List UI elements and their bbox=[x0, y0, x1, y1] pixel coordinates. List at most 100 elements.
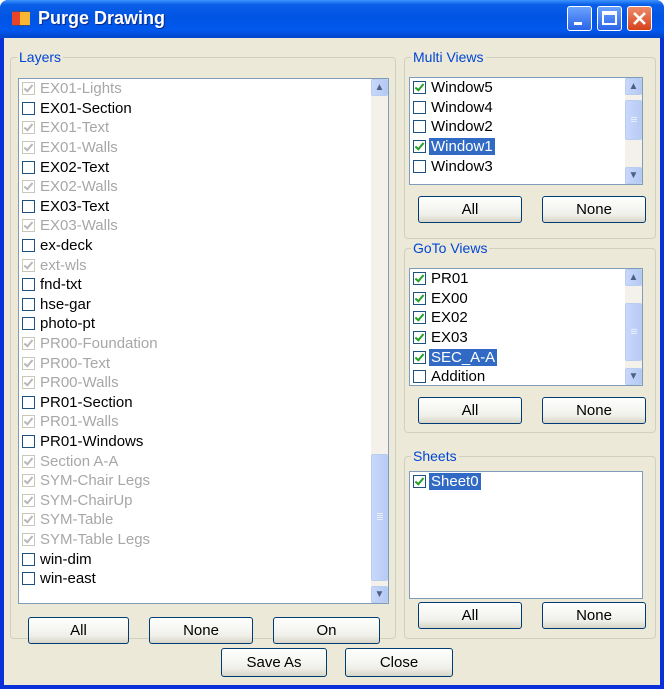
layer-checkbox[interactable] bbox=[22, 552, 35, 566]
goto-view-item[interactable]: Addition bbox=[410, 367, 642, 385]
layer-checkbox bbox=[22, 141, 35, 155]
layer-item: Section A-A bbox=[19, 451, 388, 471]
goto-view-item[interactable]: PR01 bbox=[410, 269, 642, 289]
layer-item[interactable]: ex-deck bbox=[19, 236, 388, 256]
multi-view-checkbox[interactable] bbox=[413, 159, 426, 173]
goto-views-list[interactable]: PR01 EX00 EX02 EX03 SEC_A-A Addition ▲ ▼ bbox=[409, 268, 643, 386]
sheet-item[interactable]: Sheet0 bbox=[410, 472, 642, 492]
close-icon bbox=[633, 12, 646, 25]
layer-item[interactable]: EX01-Section bbox=[19, 99, 388, 119]
app-icon bbox=[12, 11, 30, 26]
goto-view-item[interactable]: EX02 bbox=[410, 308, 642, 328]
goto-view-checkbox[interactable] bbox=[413, 331, 426, 345]
layer-checkbox[interactable] bbox=[22, 239, 35, 253]
scroll-up-button[interactable]: ▲ bbox=[625, 269, 642, 286]
layers-list[interactable]: EX01-Lights EX01-Section EX01-Text EX01-Wal… bbox=[18, 78, 389, 604]
layer-checkbox[interactable] bbox=[22, 434, 35, 448]
multi-view-item[interactable]: Window4 bbox=[410, 98, 642, 118]
multi-views-none-button[interactable]: None bbox=[542, 196, 646, 223]
sheet-checkbox[interactable] bbox=[413, 475, 426, 489]
scroll-thumb[interactable] bbox=[625, 303, 642, 361]
multi-view-checkbox[interactable] bbox=[413, 140, 426, 154]
goto-view-checkbox[interactable] bbox=[413, 291, 426, 305]
scroll-down-button[interactable]: ▼ bbox=[625, 167, 642, 184]
maximize-button[interactable] bbox=[597, 6, 622, 31]
goto-view-checkbox[interactable] bbox=[413, 370, 426, 384]
multi-view-item[interactable]: Window3 bbox=[410, 156, 642, 176]
multi-view-label: Window4 bbox=[431, 98, 493, 116]
layer-label: PR01-Section bbox=[40, 393, 133, 411]
multi-views-scrollbar[interactable]: ▲ ▼ bbox=[625, 78, 642, 184]
layers-on-button[interactable]: On bbox=[273, 617, 380, 644]
layer-checkbox bbox=[22, 356, 35, 370]
sheets-all-button[interactable]: All bbox=[418, 602, 522, 629]
layer-item[interactable]: hse-gar bbox=[19, 295, 388, 315]
layers-scrollbar[interactable]: ▲ ▼ bbox=[371, 79, 388, 603]
layer-checkbox[interactable] bbox=[22, 317, 35, 331]
layer-checkbox bbox=[22, 532, 35, 546]
multi-views-all-button[interactable]: All bbox=[418, 196, 522, 223]
layer-item[interactable]: win-dim bbox=[19, 549, 388, 569]
layer-item[interactable]: EX02-Text bbox=[19, 157, 388, 177]
scroll-thumb[interactable] bbox=[371, 454, 388, 581]
goto-view-label: EX03 bbox=[431, 329, 468, 347]
goto-view-checkbox[interactable] bbox=[413, 311, 426, 325]
layer-label: fnd-txt bbox=[40, 276, 82, 294]
scroll-down-button[interactable]: ▼ bbox=[625, 368, 642, 385]
layer-item: SYM-Table bbox=[19, 510, 388, 530]
goto-views-scrollbar[interactable]: ▲ ▼ bbox=[625, 269, 642, 385]
layer-label: Section A-A bbox=[40, 452, 119, 470]
goto-view-item[interactable]: EX00 bbox=[410, 289, 642, 309]
goto-views-all-button[interactable]: All bbox=[418, 397, 522, 424]
layer-label: win-east bbox=[40, 570, 96, 588]
close-window-button[interactable] bbox=[627, 6, 652, 31]
scroll-up-button[interactable]: ▲ bbox=[625, 78, 642, 95]
layer-item: PR00-Walls bbox=[19, 373, 388, 393]
save-as-button[interactable]: Save As bbox=[221, 648, 327, 677]
multi-view-item[interactable]: Window2 bbox=[410, 117, 642, 137]
layer-item[interactable]: PR01-Windows bbox=[19, 432, 388, 452]
title-bar[interactable]: Purge Drawing bbox=[0, 0, 664, 38]
layer-checkbox[interactable] bbox=[22, 572, 35, 586]
multi-view-item[interactable]: Window1 bbox=[410, 137, 642, 157]
layer-checkbox[interactable] bbox=[22, 101, 35, 115]
scroll-thumb[interactable] bbox=[625, 100, 642, 140]
multi-view-item[interactable]: Window5 bbox=[410, 78, 642, 98]
multi-views-list[interactable]: Window5 Window4 Window2 Window1 Window3 ▲ ▼ bbox=[409, 77, 643, 185]
goto-view-item[interactable]: EX03 bbox=[410, 328, 642, 348]
scroll-down-button[interactable]: ▼ bbox=[371, 586, 388, 603]
goto-views-none-button[interactable]: None bbox=[542, 397, 646, 424]
sheets-list[interactable]: Sheet0 bbox=[409, 471, 643, 599]
layer-checkbox[interactable] bbox=[22, 297, 35, 311]
scroll-up-button[interactable]: ▲ bbox=[371, 79, 388, 96]
layer-checkbox[interactable] bbox=[22, 395, 35, 409]
layers-all-button[interactable]: All bbox=[28, 617, 129, 644]
layer-item[interactable]: fnd-txt bbox=[19, 275, 388, 295]
layer-label: EX03-Text bbox=[40, 197, 110, 215]
layer-item[interactable]: PR01-Section bbox=[19, 393, 388, 413]
multi-view-checkbox[interactable] bbox=[413, 81, 426, 95]
layer-checkbox bbox=[22, 415, 35, 429]
minimize-button[interactable] bbox=[567, 6, 592, 31]
layers-none-button[interactable]: None bbox=[149, 617, 253, 644]
multi-view-checkbox[interactable] bbox=[413, 120, 426, 134]
window-title: Purge Drawing bbox=[38, 8, 166, 28]
multi-view-checkbox[interactable] bbox=[413, 100, 426, 114]
layer-item: EX01-Lights bbox=[19, 79, 388, 99]
layer-checkbox[interactable] bbox=[22, 278, 35, 292]
sheets-group: Sheets Sheet0 All None bbox=[404, 448, 656, 639]
layer-checkbox[interactable] bbox=[22, 199, 35, 213]
goto-view-checkbox[interactable] bbox=[413, 272, 426, 286]
goto-view-checkbox[interactable] bbox=[413, 350, 426, 364]
goto-view-item[interactable]: SEC_A-A bbox=[410, 347, 642, 367]
goto-view-label: PR01 bbox=[431, 270, 469, 288]
layer-item[interactable]: photo-pt bbox=[19, 314, 388, 334]
layer-checkbox[interactable] bbox=[22, 160, 35, 174]
layer-label: EX02-Text bbox=[40, 158, 110, 176]
sheets-none-button[interactable]: None bbox=[542, 602, 646, 629]
arrow-up-icon: ▲ bbox=[628, 272, 639, 283]
close-button[interactable]: Close bbox=[345, 648, 453, 677]
layer-item[interactable]: win-east bbox=[19, 569, 388, 589]
layer-item[interactable]: EX03-Text bbox=[19, 197, 388, 217]
layer-label: PR00-Foundation bbox=[40, 335, 158, 353]
